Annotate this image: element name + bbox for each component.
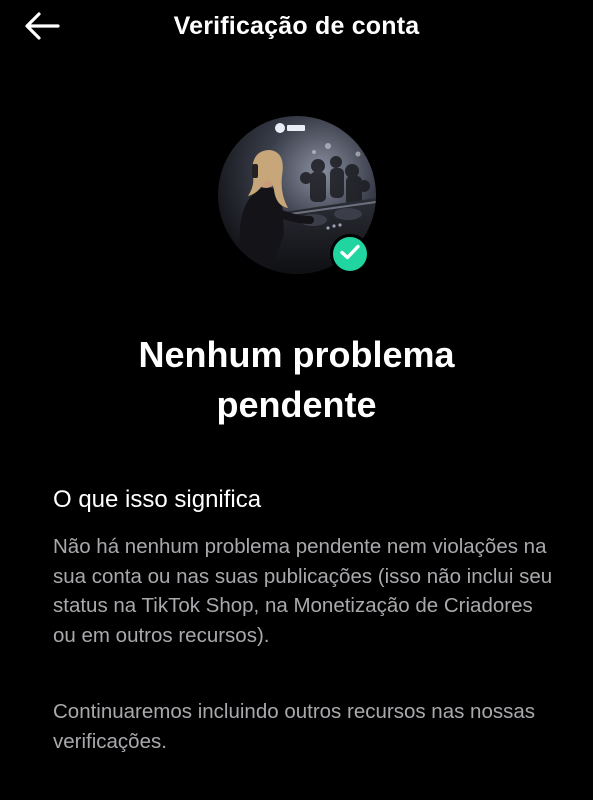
check-icon (340, 244, 360, 265)
top-bar: Verificação de conta (0, 0, 593, 56)
status-heading: Nenhum problema pendente (60, 330, 533, 430)
status-title-line-2: pendente (216, 384, 377, 425)
info-paragraph-1: Não há nenhum problema pendente nem viol… (53, 535, 553, 647)
profile-avatar-container (218, 116, 376, 274)
status-title-line-1: Nenhum problema (138, 334, 455, 375)
section-heading: O que isso significa (53, 486, 262, 513)
info-paragraph-2: Continuaremos incluindo outros recursos … (53, 700, 536, 753)
verified-badge (330, 234, 370, 274)
page-title: Verificação de conta (173, 12, 420, 40)
